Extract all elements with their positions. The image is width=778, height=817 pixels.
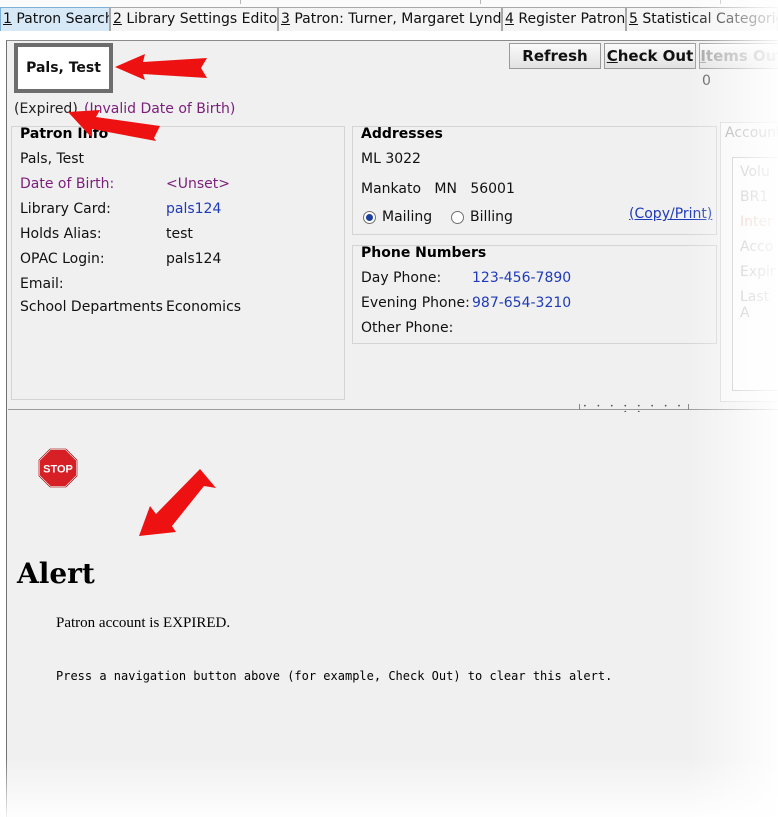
annotation-arrow-name (115, 54, 207, 80)
annotation-arrow-alert (139, 469, 216, 536)
tab-register-patron[interactable]: 4 Register Patron (502, 7, 626, 31)
tab-library-settings-editor[interactable]: 2 Library Settings Editor (110, 7, 278, 31)
email-label: Email: (20, 276, 64, 292)
account-row: Acco (740, 239, 774, 255)
evening-phone-value[interactable]: 987-654-3210 (472, 295, 571, 311)
billing-radio[interactable]: Billing (451, 209, 513, 225)
mailing-radio-indicator[interactable] (363, 210, 376, 224)
address-city-line: Mankato MN 56001 (361, 181, 515, 197)
refresh-button[interactable]: Refresh (509, 43, 601, 69)
billing-radio-indicator[interactable] (451, 210, 464, 224)
address-line1: ML 3022 (361, 151, 421, 167)
other-phone-label: Other Phone: (361, 320, 454, 336)
tab-bar: 1 Patron Search 2 Library Settings Edito… (0, 7, 778, 31)
account-row: Expir (740, 264, 776, 280)
holds-alias-value: test (166, 226, 193, 242)
copy-print-link[interactable]: (Copy/Print) (629, 206, 712, 222)
day-phone-label: Day Phone: (361, 270, 442, 286)
alert-hint: Press a navigation button above (for exa… (56, 669, 613, 683)
opac-login-value: pals124 (166, 251, 222, 267)
account-list: Volu BR1 Inter Acco Expir Last A (732, 157, 778, 391)
mailing-radio[interactable]: Mailing (363, 209, 432, 225)
stop-sign-text: STOP (43, 464, 73, 476)
tab-statistical-categories[interactable]: 5 Statistical Categories (626, 7, 778, 31)
school-departments-label: School Departments (20, 299, 163, 315)
items-out-count: 0 (702, 73, 711, 89)
opac-login-label: OPAC Login: (20, 251, 105, 267)
library-card-link[interactable]: pals124 (166, 201, 221, 217)
account-row: Inter (740, 214, 773, 230)
account-row: Volu (740, 164, 770, 180)
alert-title: Alert (17, 557, 95, 590)
tab-patron-search[interactable]: 1 Patron Search (0, 7, 110, 31)
day-phone-value[interactable]: 123-456-7890 (472, 270, 571, 286)
dob-label: Date of Birth: (20, 176, 115, 192)
annotation-arrow-expired (68, 110, 160, 141)
items-out-button[interactable]: Items Out (699, 43, 778, 69)
tab-patron-turner[interactable]: 3 Patron: Turner, Margaret Lynda (278, 7, 502, 31)
evening-phone-label: Evening Phone: (361, 295, 470, 311)
holds-alias-label: Holds Alias: (20, 226, 102, 242)
addresses-title: Addresses (361, 126, 443, 142)
splitter-grip[interactable]: • • • • • • • • • • (579, 404, 689, 416)
account-title: Account (725, 125, 778, 141)
stop-sign-icon: STOP (38, 448, 78, 488)
library-card-label: Library Card: (20, 201, 111, 217)
patron-display-name: Pals, Test (20, 151, 85, 167)
dob-value: <Unset> (166, 176, 230, 192)
account-row: BR1 (740, 189, 769, 205)
patron-name-box: Pals, Test (14, 43, 113, 93)
phone-numbers-title: Phone Numbers (361, 245, 487, 261)
check-out-button[interactable]: Check Out (604, 43, 696, 69)
top-strip (0, 0, 778, 7)
account-row: Last A (740, 289, 770, 321)
alert-message: Patron account is EXPIRED. (56, 615, 231, 631)
school-departments-value: Economics (166, 299, 242, 315)
